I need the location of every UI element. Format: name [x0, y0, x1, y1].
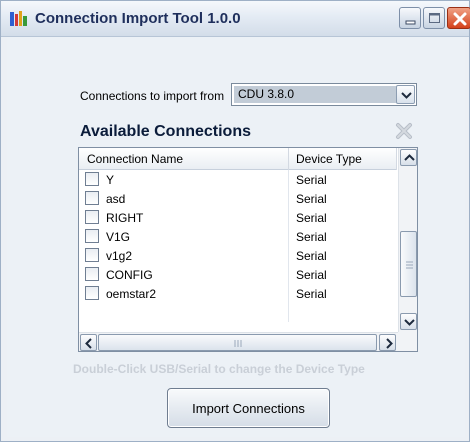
row-checkbox[interactable]	[85, 267, 99, 281]
table-row[interactable]: RIGHT Serial	[79, 208, 397, 227]
table-row[interactable]: V1G Serial	[79, 227, 397, 246]
scroll-left-button[interactable]	[80, 334, 97, 351]
vertical-scrollbar[interactable]	[398, 148, 417, 332]
close-icon	[453, 12, 467, 26]
import-source-select[interactable]: CDU 3.8.0	[231, 83, 417, 106]
chevron-down-icon	[401, 92, 412, 99]
row-checkbox[interactable]	[85, 248, 99, 262]
name-cell: v1g2	[79, 246, 289, 265]
scroll-down-button[interactable]	[400, 313, 417, 330]
row-checkbox[interactable]	[85, 210, 99, 224]
window-title: Connection Import Tool 1.0.0	[35, 10, 241, 27]
scrollbar-corner	[398, 332, 417, 351]
connections-grid[interactable]: Connection Name Device Type Y Serial asd…	[78, 147, 418, 352]
maximize-button[interactable]	[423, 7, 445, 29]
horizontal-scrollbar[interactable]	[79, 332, 398, 351]
chevron-down-icon	[404, 319, 415, 326]
table-row[interactable]: oemstar2 Serial	[79, 284, 397, 303]
table-row[interactable]: v1g2 Serial	[79, 246, 397, 265]
connection-name: v1g2	[106, 249, 133, 263]
device-type[interactable]: Serial	[296, 249, 327, 263]
vertical-scroll-thumb[interactable]	[400, 231, 417, 297]
column-header-device-type[interactable]: Device Type	[289, 148, 397, 170]
name-cell: CONFIG	[79, 265, 289, 284]
grip-icon	[406, 261, 413, 269]
name-cell: asd	[79, 189, 289, 208]
connection-import-window: Connection Import Tool 1.0.0 Connections…	[0, 0, 470, 442]
device-type[interactable]: Serial	[296, 192, 327, 206]
scroll-up-button[interactable]	[400, 149, 417, 166]
import-connections-button[interactable]: Import Connections	[167, 388, 330, 428]
connection-name: asd	[106, 192, 126, 206]
device-type[interactable]: Serial	[296, 211, 327, 225]
grip-icon	[234, 340, 242, 347]
clear-x-icon[interactable]	[395, 122, 413, 140]
available-connections-title: Available Connections	[80, 123, 251, 140]
row-checkbox[interactable]	[85, 286, 99, 300]
name-cell: V1G	[79, 227, 289, 246]
import-source-value: CDU 3.8.0	[234, 86, 396, 103]
device-type[interactable]: Serial	[296, 230, 327, 244]
row-checkbox[interactable]	[85, 229, 99, 243]
device-type[interactable]: Serial	[296, 287, 327, 301]
chevron-left-icon	[85, 338, 92, 349]
close-button[interactable]	[447, 7, 470, 29]
connection-name: oemstar2	[106, 287, 157, 301]
table-row[interactable]: CONFIG Serial	[79, 265, 397, 284]
name-cell: Y	[79, 170, 289, 189]
scroll-right-button[interactable]	[379, 334, 396, 351]
connection-name: Y	[106, 173, 115, 187]
minimize-button[interactable]	[399, 7, 421, 29]
row-checkbox[interactable]	[85, 172, 99, 186]
connection-name: CONFIG	[106, 268, 153, 282]
table-row[interactable]: Y Serial	[79, 170, 397, 189]
app-icon	[10, 11, 27, 26]
device-type[interactable]: Serial	[296, 173, 327, 187]
name-cell: RIGHT	[79, 208, 289, 227]
dropdown-button[interactable]	[396, 85, 415, 104]
maximize-icon	[429, 13, 440, 23]
device-type-hint: Double-Click USB/Serial to change the De…	[73, 362, 365, 376]
name-cell	[79, 303, 289, 322]
grid-header: Connection Name Device Type	[79, 148, 397, 170]
column-header-connection-name[interactable]: Connection Name	[79, 148, 289, 170]
chevron-up-icon	[404, 154, 415, 161]
connection-name: V1G	[106, 230, 131, 244]
device-type[interactable]: Serial	[296, 268, 327, 282]
chevron-right-icon	[386, 338, 393, 349]
horizontal-scroll-thumb[interactable]	[98, 334, 377, 351]
connection-name: RIGHT	[106, 211, 144, 225]
row-checkbox[interactable]	[85, 191, 99, 205]
import-source-label: Connections to import from	[80, 89, 225, 103]
table-row[interactable]: asd Serial	[79, 189, 397, 208]
minimize-icon	[405, 20, 416, 25]
table-row-empty	[79, 303, 397, 322]
grid-rows: Y Serial asd Serial RIGHT Serial V1G Ser…	[79, 170, 397, 322]
name-cell: oemstar2	[79, 284, 289, 303]
title-bar[interactable]: Connection Import Tool 1.0.0	[1, 1, 470, 37]
